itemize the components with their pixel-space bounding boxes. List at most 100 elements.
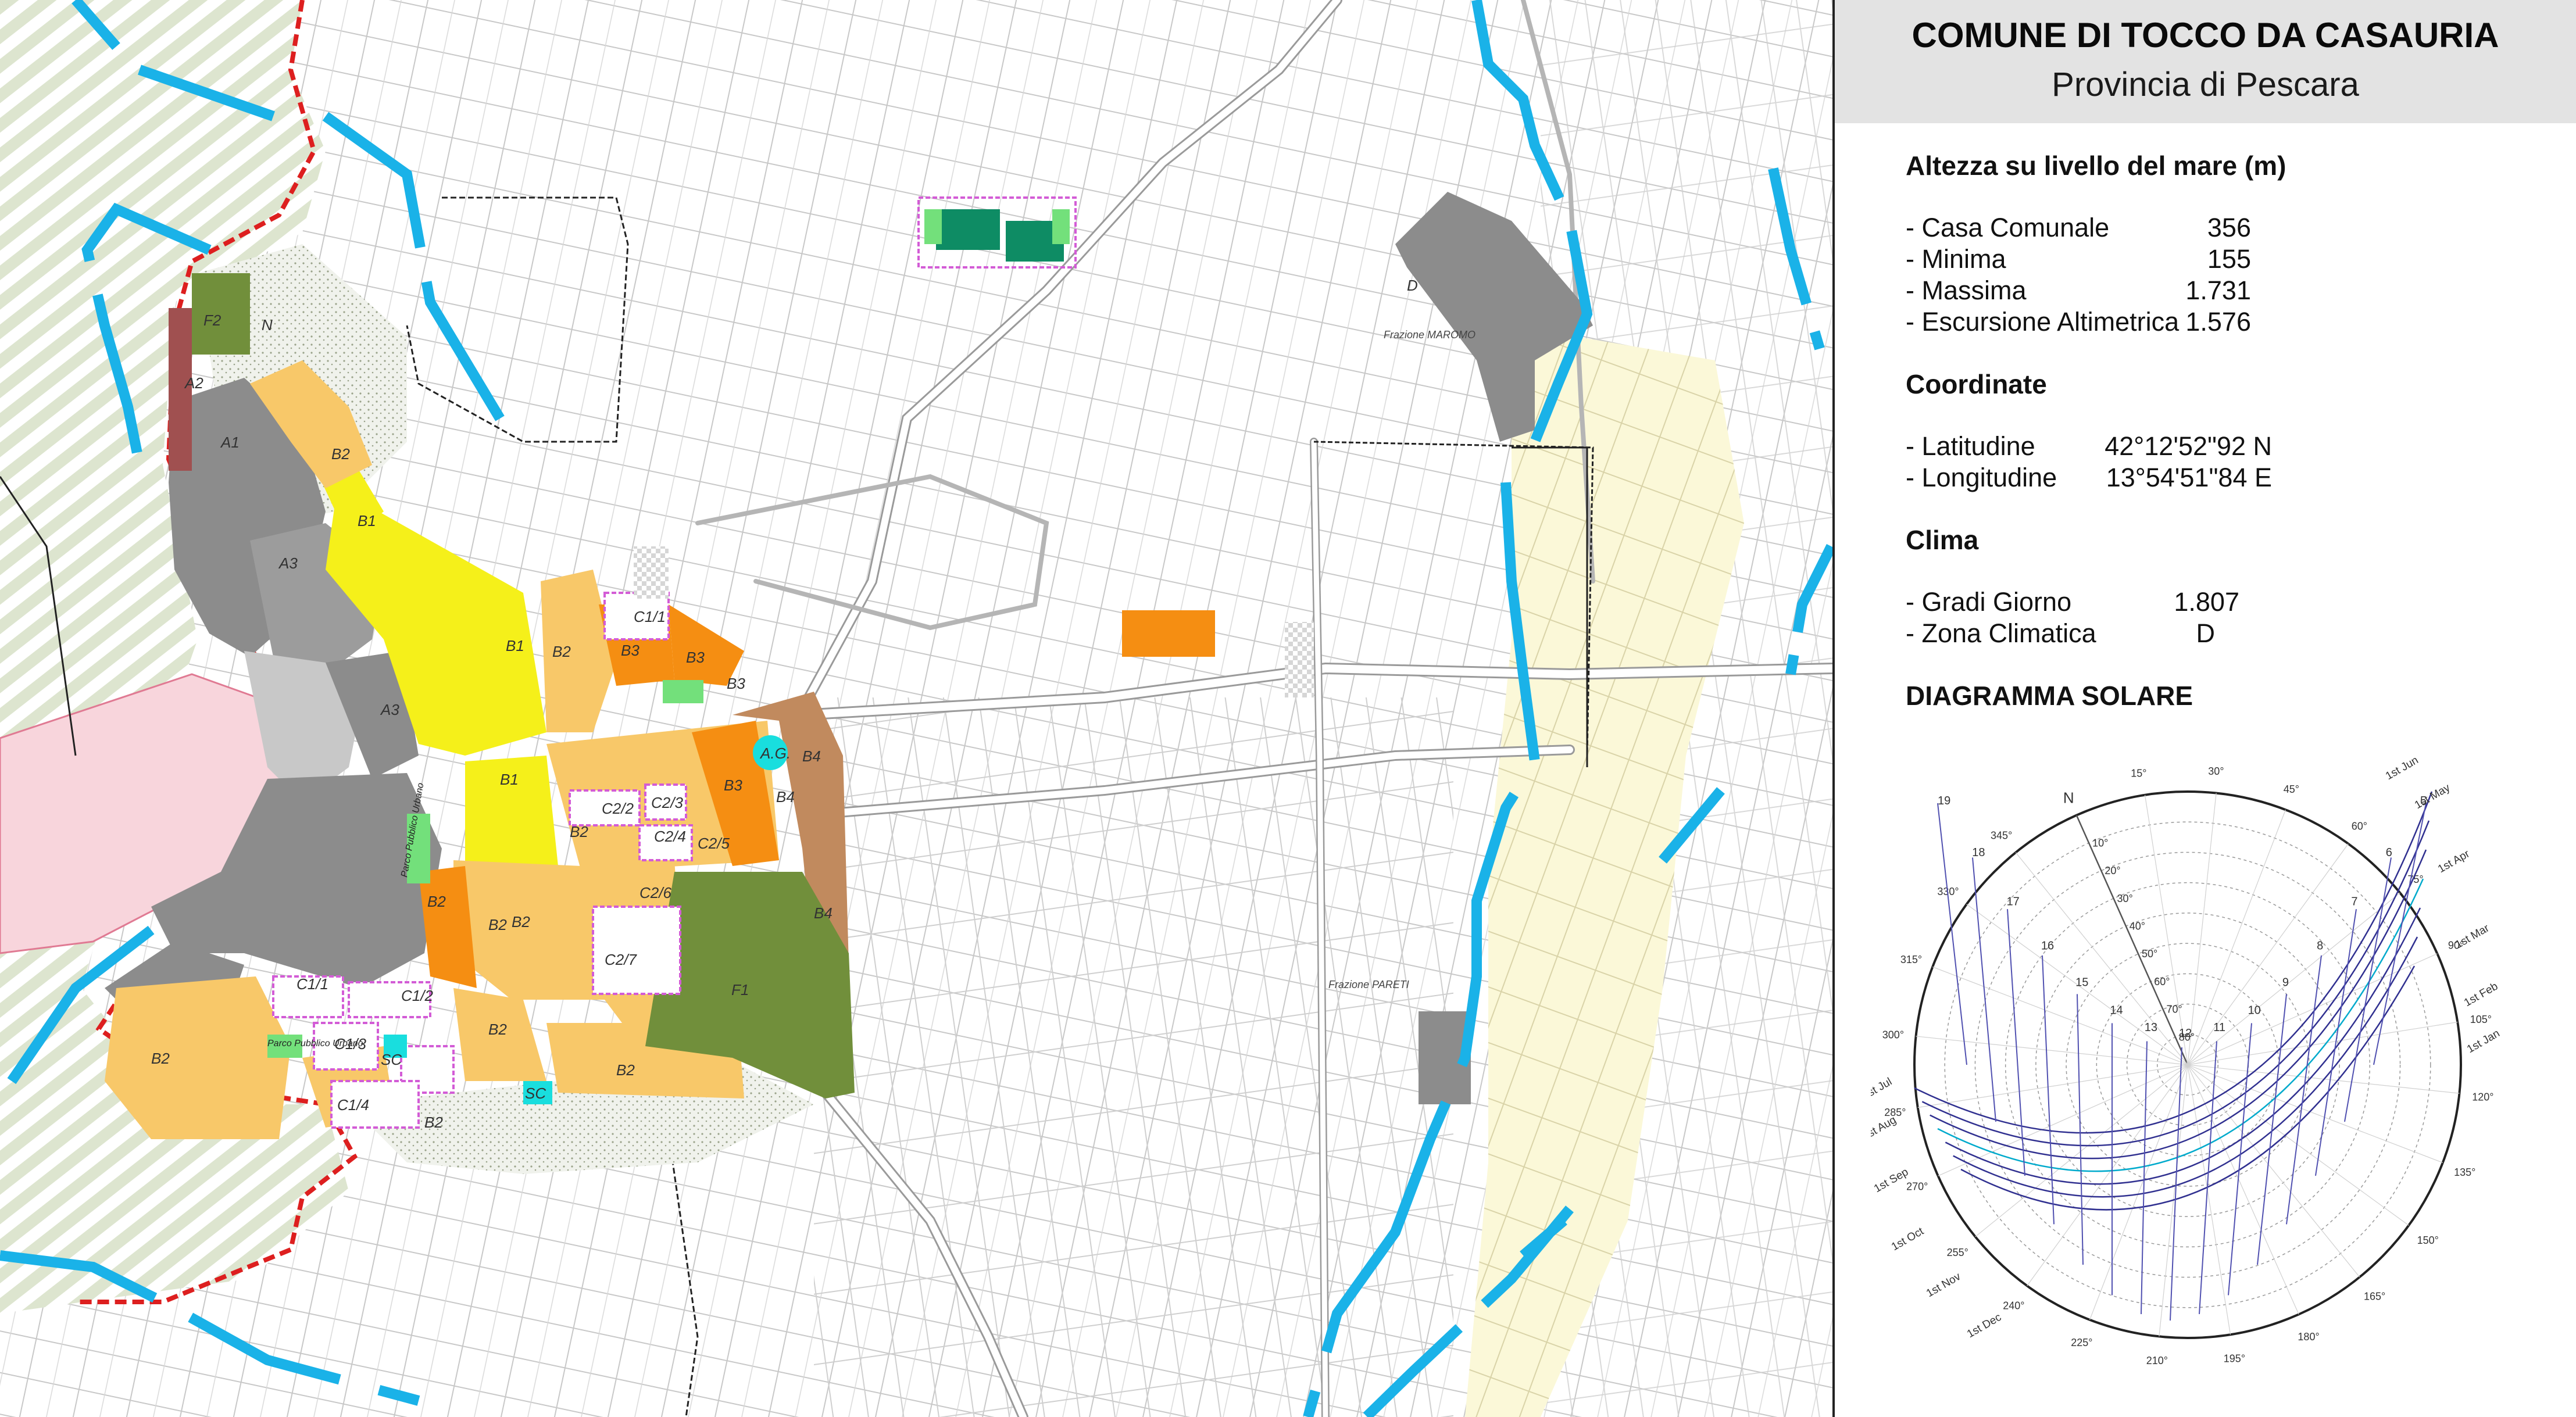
coordinate-row: - Latitudine 42°12'52"92 N [1906,431,2487,463]
hour-label: 14 [2110,1004,2123,1017]
azimuth-label: 150° [2417,1234,2439,1246]
azimuth-spoke [2187,810,2286,1065]
azimuth-label: 60° [2352,820,2367,832]
altitude-label: 40° [2130,920,2145,932]
province-subtitle: Provincia di Pescara [2052,66,2359,103]
azimuth-spoke [2089,1064,2188,1320]
map-canvas[interactable]: Frazione MAROMO Frazione PARETI Parco Pu… [0,0,1832,1417]
month-label: 1st Feb [2462,980,2500,1009]
zone-label: A2 [184,374,203,392]
azimuth-label: 300° [1882,1029,1904,1041]
zone-label: B3 [621,642,639,659]
azimuth-label: 30° [2208,765,2224,777]
solar-diagram-heading: DIAGRAMMA SOLARE [1906,681,2193,711]
azimuth-label: 225° [2071,1337,2092,1348]
solar-grid: N15° 30°45°60°75°90°105°120°135°150°165°1… [1871,754,2502,1367]
altitude-row: - Escursione Altimetrica 1.576 [1906,307,2487,338]
hour-line [2141,1041,2148,1314]
zone-label: B2 [512,913,530,931]
month-label: 1st May [2413,782,2453,812]
azimuth-spoke [2187,1064,2299,1315]
row-value: 1.807 [2174,587,2239,617]
zone-label: A1 [220,434,240,451]
zone-label: C2/7 [605,951,637,968]
zone-label: B3 [727,675,745,692]
sun-path-arc [1960,965,2416,1211]
hour-label: 11 [2213,1021,2225,1034]
azimuth-label: 240° [2003,1300,2024,1312]
climate-row: - Zona Climatica D [1906,618,2487,650]
zone-label: B2 [488,916,507,933]
row-value: 42°12'52"92 N [2105,431,2272,461]
climate-row: - Gradi Giorno 1.807 [1906,587,2487,618]
info-panel: COMUNE DI TOCCO DA CASAURIA Provincia di… [1832,0,2576,1417]
altitude-label: 30° [2117,893,2133,904]
zone-label: B2 [488,1021,507,1038]
azimuth-spoke [1932,967,2188,1065]
coordinate-row: - Longitudine 13°54'51"84 E [1906,463,2487,494]
altitude-label: 20° [2105,865,2120,876]
hour-label: 7 [2351,896,2357,908]
label-frazione-maromo: Frazione MAROMO [1384,329,1475,341]
hour-label: 16 [2041,939,2054,952]
panel-header: COMUNE DI TOCCO DA CASAURIA Provincia di… [1835,0,2576,123]
hour-label: 15 [2075,976,2088,989]
zone-label: C1/2 [401,987,433,1004]
row-value: 13°54'51"84 E [2106,463,2272,492]
month-label: 1st Dec [1965,1311,2003,1340]
hour-line [1937,803,1967,1065]
row-label: - Zona Climatica [1906,618,2096,648]
azimuth-label: 345° [1991,830,2012,842]
azimuth-label: 270° [1906,1180,1928,1192]
altitude-label: 50° [2142,948,2157,960]
zone-label: B2 [331,445,350,463]
row-label: - Longitudine [1906,463,2057,492]
zone-label: SC [381,1051,402,1068]
azimuth-label: 135° [2454,1166,2475,1178]
solar-diagram: N15° 30°45°60°75°90°105°120°135°150°165°1… [1871,754,2502,1367]
azimuth-label: 165° [2364,1290,2385,1302]
hour-label: 9 [2282,976,2289,989]
azimuth-spoke [2187,1064,2231,1335]
hour-line [2077,994,2084,1265]
hour-line [2257,994,2287,1265]
zone-label: B1 [500,771,519,788]
row-value: 1.731 [2185,275,2251,305]
zone-label: N [262,316,273,334]
month-label: 1st Jul [1871,1076,1894,1103]
zone-label: C1/1 [296,975,328,993]
azimuth-label: 45° [2284,783,2299,795]
month-label: 1st Mar [2453,922,2492,951]
azimuth-spoke [2187,793,2217,1065]
label-frazione-pareti: Frazione PARETI [1328,979,1409,990]
zone-label: B2 [151,1050,170,1067]
month-label: 1st Apr [2436,847,2472,875]
climate-heading: Clima [1906,525,1979,555]
zone-label: F2 [203,312,221,329]
row-label: - Latitudine [1906,431,2035,461]
azimuth-spoke [2187,1021,2458,1065]
zone-label: B3 [686,649,705,666]
azimuth-label: 180° [2298,1331,2319,1343]
label-parco-urbano-1: Parco Pubblico Urbano [399,782,426,878]
north-label: N [2063,789,2074,806]
azimuth-spoke [1938,1064,2188,1176]
zone-label: B4 [814,904,833,922]
coordinates-heading: Coordinate [1906,369,2047,399]
hour-label: 13 [2145,1021,2157,1034]
zone-label: B4 [802,747,821,765]
zone-label: A3 [380,701,399,718]
altitude-row: - Casa Comunale 356 [1906,213,2487,244]
month-label: 1st Jan [2465,1028,2502,1056]
zone-label: C1/3 [334,1035,366,1053]
month-label: 1st Aug [1871,1114,1898,1143]
azimuth-label: 195° [2224,1353,2245,1365]
hour-label: 19 [1938,795,1950,807]
row-value: 1.576 [2185,307,2251,337]
hour-label: 17 [2007,896,2020,908]
month-label: 1st Nov [1924,1271,1963,1300]
zone-label: B2 [616,1061,635,1079]
zone-label: F1 [731,981,749,999]
azimuth-label: 105° [2470,1014,2492,1025]
altitude-row: - Minima 155 [1906,244,2487,275]
